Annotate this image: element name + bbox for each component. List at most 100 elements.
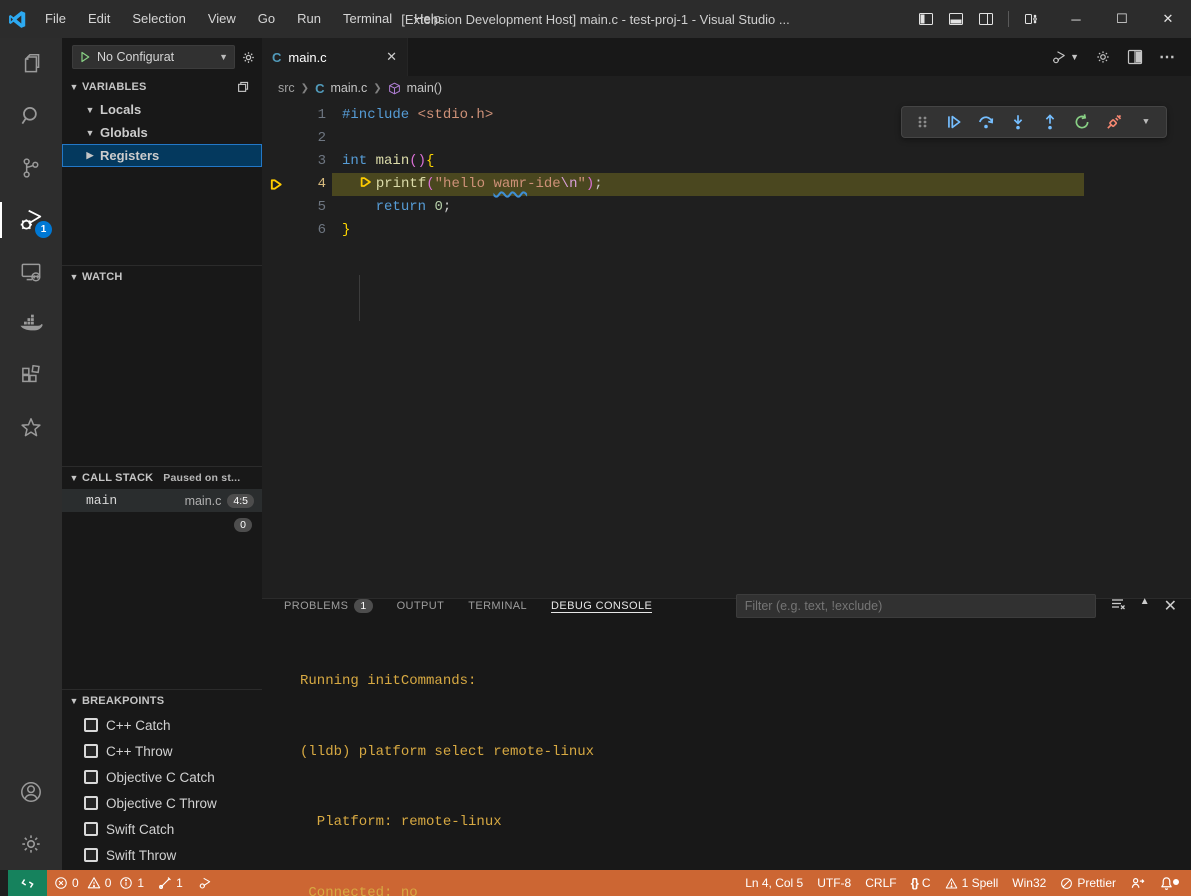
customize-layout-icon[interactable] (1023, 11, 1039, 27)
tab-problems[interactable]: PROBLEMS 1 (284, 599, 373, 613)
variables-item-locals[interactable]: ▼ Locals (62, 98, 262, 121)
launch-config-gear-icon[interactable] (241, 50, 256, 65)
code-token: #include (342, 107, 409, 123)
remote-explorer-icon[interactable] (0, 246, 62, 298)
debug-console-output[interactable]: Running initCommands: (lldb) platform se… (262, 613, 1191, 896)
star-icon[interactable] (0, 402, 62, 454)
checkbox[interactable] (84, 822, 98, 836)
toggle-sidebar-icon[interactable] (918, 11, 934, 27)
source-control-icon[interactable] (0, 142, 62, 194)
menu-help[interactable]: Help (403, 0, 452, 38)
breakpoint-cpp-throw[interactable]: C++ Throw (62, 738, 262, 764)
breakpoint-swift-throw[interactable]: Swift Throw (62, 842, 262, 868)
console-filter-input[interactable] (736, 594, 1096, 618)
extensions-icon[interactable] (0, 350, 62, 402)
eol-indicator[interactable]: CRLF (858, 876, 903, 890)
explorer-icon[interactable] (0, 38, 62, 90)
problems-status[interactable]: 0 0 1 (47, 876, 151, 890)
tools-status[interactable]: 1 (151, 876, 190, 890)
watch-title: WATCH (82, 271, 123, 283)
breakpoints-header[interactable]: ▼ BREAKPOINTS (62, 690, 262, 712)
feedback-icon[interactable] (1123, 876, 1152, 891)
copy-value-icon[interactable] (236, 80, 250, 94)
breadcrumb-folder[interactable]: src (278, 81, 295, 95)
split-editor-icon[interactable] (1127, 49, 1143, 65)
step-into-button[interactable] (1004, 109, 1032, 135)
account-icon[interactable] (0, 766, 62, 818)
breadcrumb-file[interactable]: main.c (330, 81, 367, 95)
breadcrumb-symbol[interactable]: main() (407, 81, 442, 95)
code-token: -ide (527, 176, 561, 192)
breakpoint-objc-catch[interactable]: Objective C Catch (62, 764, 262, 790)
thread-row[interactable]: 0 (62, 512, 262, 538)
tab-output[interactable]: OUTPUT (397, 599, 445, 613)
spell-checker-status[interactable]: 1 Spell (938, 876, 1006, 890)
variables-header[interactable]: ▼ VARIABLES (62, 76, 262, 98)
glyph-margin[interactable] (262, 127, 290, 150)
run-or-debug-icon[interactable]: ▼ (1050, 48, 1079, 66)
menu-view[interactable]: View (197, 0, 247, 38)
menu-terminal[interactable]: Terminal (332, 0, 403, 38)
glyph-margin[interactable] (262, 196, 290, 219)
variables-item-globals[interactable]: ▼ Globals (62, 121, 262, 144)
platform-indicator[interactable]: Win32 (1005, 876, 1053, 890)
menu-run[interactable]: Run (286, 0, 332, 38)
debug-current-line-arrow-icon[interactable] (262, 173, 290, 196)
close-tab-icon[interactable]: ✕ (386, 49, 397, 65)
minimize-button[interactable]: ─ (1053, 0, 1099, 38)
toggle-panel-icon[interactable] (948, 11, 964, 27)
more-actions-icon[interactable]: ⋯ (1159, 47, 1177, 67)
stack-frame-row[interactable]: main main.c 4:5 (62, 489, 262, 512)
run-debug-icon[interactable]: 1 (0, 194, 62, 246)
disconnect-button[interactable] (1100, 109, 1128, 135)
checkbox[interactable] (84, 770, 98, 784)
restart-button[interactable] (1068, 109, 1096, 135)
variables-item-registers[interactable]: ▶ Registers (62, 144, 262, 167)
statusbar-corner (0, 870, 8, 896)
gear-icon[interactable] (1095, 49, 1111, 65)
glyph-margin[interactable] (262, 219, 290, 242)
breadcrumb[interactable]: src ❯ C main.c ❯ main() (262, 76, 1191, 100)
docker-icon[interactable] (0, 298, 62, 350)
clear-console-icon[interactable] (1110, 596, 1126, 616)
launch-config-dropdown[interactable]: No Configurat ▼ (72, 45, 235, 69)
watch-header[interactable]: ▼ WATCH (62, 266, 262, 288)
cursor-position[interactable]: Ln 4, Col 5 (738, 876, 810, 890)
tab-terminal[interactable]: TERMINAL (468, 599, 527, 613)
call-stack-header[interactable]: ▼ CALL STACK Paused on st... (62, 467, 262, 489)
checkbox[interactable] (84, 796, 98, 810)
menu-file[interactable]: File (34, 0, 77, 38)
settings-gear-icon[interactable] (0, 818, 62, 870)
close-button[interactable]: ✕ (1145, 0, 1191, 38)
checkbox[interactable] (84, 744, 98, 758)
glyph-margin[interactable] (262, 104, 290, 127)
continue-button[interactable] (940, 109, 968, 135)
encoding-indicator[interactable]: UTF-8 (810, 876, 858, 890)
toolbar-drag-grip[interactable] (908, 109, 936, 135)
step-out-button[interactable] (1036, 109, 1064, 135)
toolbar-chevron-down-icon[interactable]: ▼ (1132, 109, 1160, 135)
language-mode[interactable]: {̇} C (904, 876, 938, 890)
close-panel-icon[interactable]: ✕ (1164, 596, 1177, 616)
debug-status-icon[interactable] (190, 875, 220, 891)
search-icon[interactable] (0, 90, 62, 142)
glyph-margin[interactable] (262, 150, 290, 173)
notifications-bell-icon[interactable] (1152, 876, 1181, 891)
menu-edit[interactable]: Edit (77, 0, 121, 38)
tab-main-c[interactable]: C main.c ✕ (262, 38, 408, 76)
maximize-button[interactable]: ☐ (1099, 0, 1145, 38)
maximize-panel-icon[interactable]: ▲ (1140, 596, 1150, 616)
remote-indicator[interactable] (8, 870, 47, 896)
breakpoint-cpp-catch[interactable]: C++ Catch (62, 712, 262, 738)
checkbox[interactable] (84, 848, 98, 862)
tab-debug-console[interactable]: DEBUG CONSOLE (551, 599, 652, 613)
code-editor[interactable]: ▼ 1 #include <stdio.h> 2 3 int main(){ (262, 100, 1191, 598)
breakpoint-objc-throw[interactable]: Objective C Throw (62, 790, 262, 816)
menu-selection[interactable]: Selection (121, 0, 196, 38)
step-over-button[interactable] (972, 109, 1000, 135)
prettier-status[interactable]: Prettier (1053, 876, 1123, 890)
breakpoint-swift-catch[interactable]: Swift Catch (62, 816, 262, 842)
checkbox[interactable] (84, 718, 98, 732)
menu-go[interactable]: Go (247, 0, 286, 38)
toggle-secondary-sidebar-icon[interactable] (978, 11, 994, 27)
